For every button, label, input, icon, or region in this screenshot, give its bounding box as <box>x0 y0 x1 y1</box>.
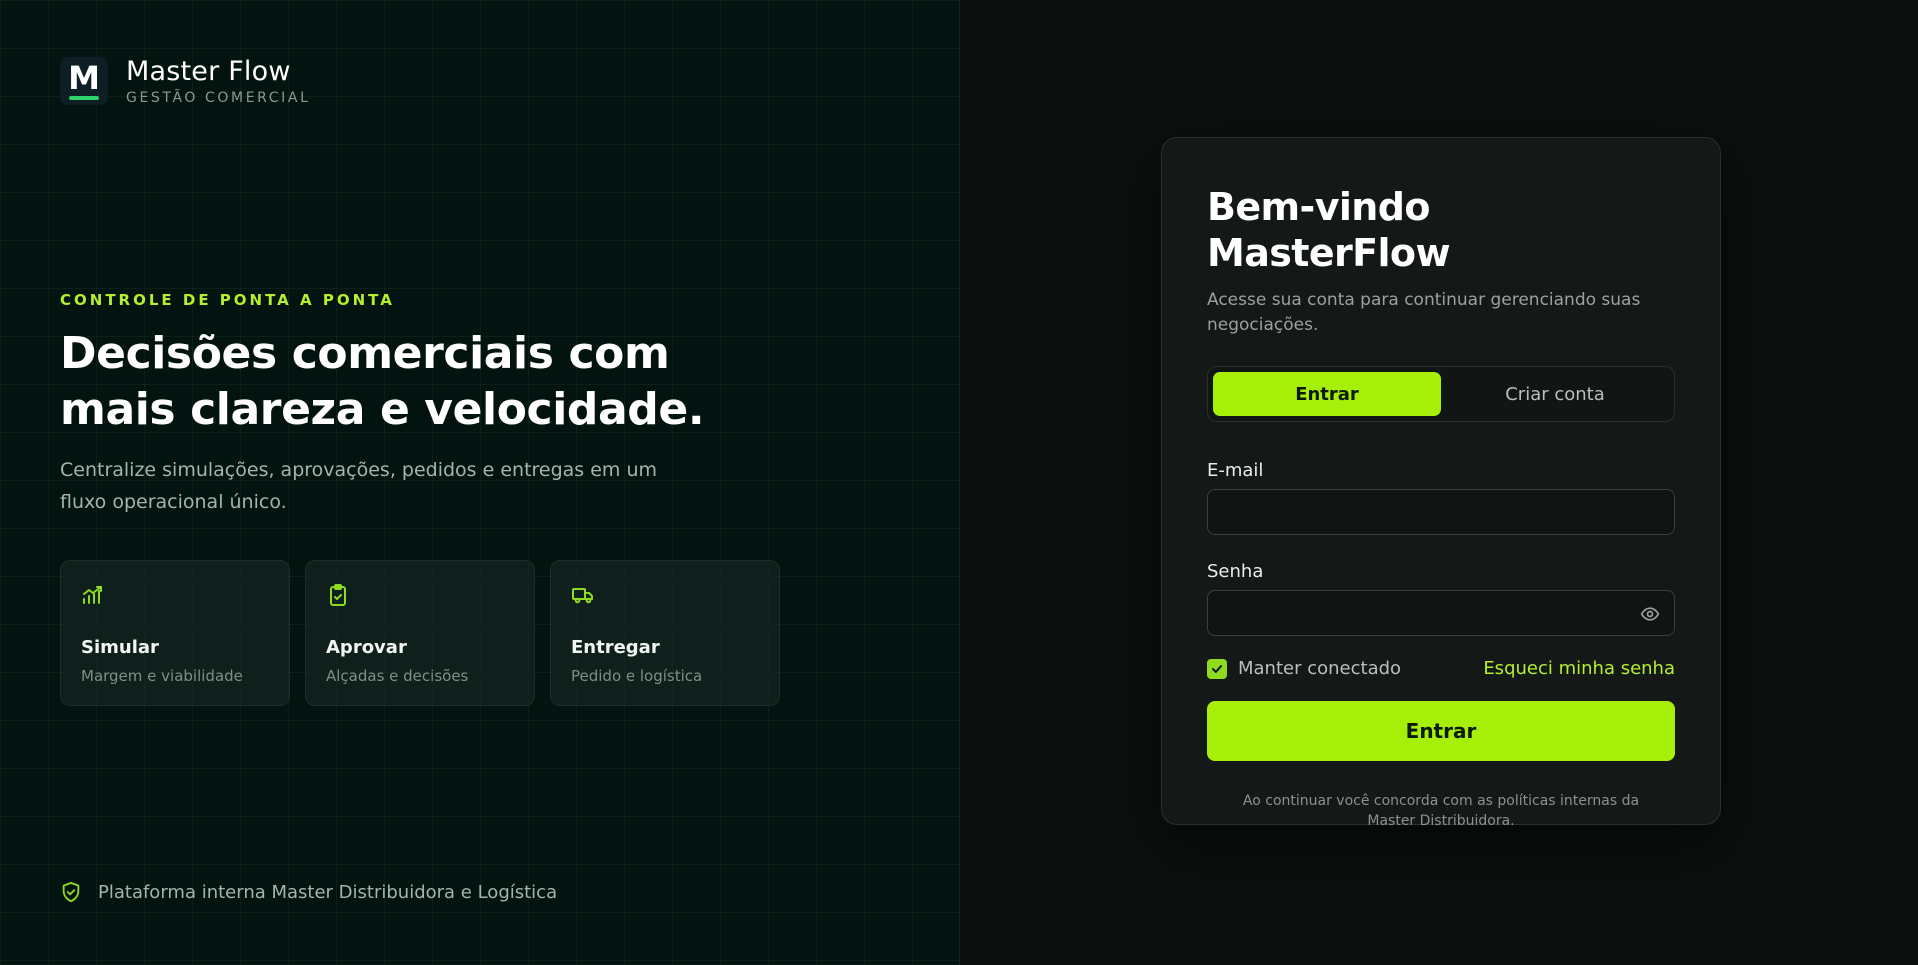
email-field[interactable] <box>1208 490 1674 534</box>
feature-desc: Pedido e logística <box>571 667 703 685</box>
check-icon <box>1211 664 1223 673</box>
logo-letter: M <box>68 58 100 97</box>
logo: M <box>60 57 108 105</box>
remember-checkbox-wrapper[interactable]: Manter conectado <box>1207 658 1401 679</box>
feature-title: Aprovar <box>326 637 407 658</box>
tab-entrar[interactable]: Entrar <box>1213 372 1441 416</box>
email-field-wrapper <box>1207 489 1675 535</box>
remember-checkbox[interactable] <box>1207 658 1227 679</box>
forgot-password-link[interactable]: Esqueci minha senha <box>1483 658 1675 679</box>
brand: M Master Flow GESTÃO COMERCIAL <box>60 56 310 106</box>
feature-card-entregar: Entregar Pedido e logística <box>550 560 780 706</box>
platform-note: Plataforma interna Master Distribuidora … <box>60 880 557 904</box>
brand-name: Master Flow <box>126 56 291 87</box>
clipboard-check-icon <box>330 584 346 606</box>
password-label: Senha <box>1207 561 1264 582</box>
feature-card-simular: Simular Margem e viabilidade <box>60 560 290 706</box>
hero-eyebrow: CONTROLE DE PONTA A PONTA <box>60 291 395 309</box>
eye-icon[interactable] <box>1640 604 1660 624</box>
feature-title: Simular <box>81 637 159 658</box>
terms-text: Ao continuar você concorda com as políti… <box>1242 793 1640 829</box>
submit-button[interactable]: Entrar <box>1207 701 1675 761</box>
password-field[interactable] <box>1208 591 1674 635</box>
remember-label: Manter conectado <box>1238 658 1402 679</box>
chart-trend-icon <box>83 586 102 604</box>
feature-card-aprovar: Aprovar Alçadas e decisões <box>305 560 535 706</box>
brand-tagline: GESTÃO COMERCIAL <box>126 90 311 106</box>
auth-tabs: Entrar Criar conta <box>1207 366 1675 422</box>
email-label: E-mail <box>1207 460 1264 481</box>
login-card: Bem-vindo MasterFlow Acesse sua conta pa… <box>1161 137 1721 829</box>
tab-criar-conta[interactable]: Criar conta <box>1441 372 1669 416</box>
feature-title: Entregar <box>571 637 660 658</box>
platform-note-text: Plataforma interna Master Distribuidora … <box>98 881 558 903</box>
login-subtitle: Acesse sua conta para continuar gerencia… <box>1207 290 1641 335</box>
hero-subtext: Centralize simulações, aprovações, pedid… <box>60 459 658 513</box>
brand-panel: M Master Flow GESTÃO COMERCIAL CONTROLE … <box>0 0 960 965</box>
login-title: Bem-vindo MasterFlow <box>1207 185 1451 275</box>
feature-cards: Simular Margem e viabilidade Aprovar Alç… <box>60 560 780 706</box>
feature-desc: Alçadas e decisões <box>326 667 469 685</box>
shield-check-icon <box>62 881 80 903</box>
remember-row: Manter conectado Esqueci minha senha <box>1207 658 1675 679</box>
password-field-wrapper <box>1207 590 1675 636</box>
logo-underline <box>69 95 99 100</box>
hero-headline: Decisões comerciais com mais clareza e v… <box>60 328 705 435</box>
brand-text: Master Flow GESTÃO COMERCIAL <box>126 56 310 106</box>
truck-icon <box>572 588 593 604</box>
feature-desc: Margem e viabilidade <box>81 667 243 685</box>
